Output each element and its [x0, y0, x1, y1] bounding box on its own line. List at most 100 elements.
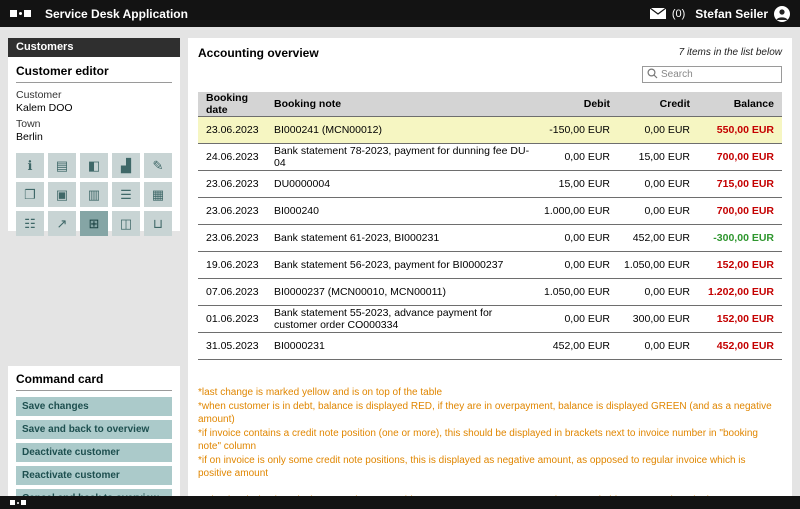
sidebar-icon-printer[interactable]: ▣ [48, 182, 76, 207]
debit-cell: 1.000,00 EUR [534, 205, 618, 217]
footnote-line [198, 481, 782, 495]
table-row[interactable]: 23.06.2023 DU0000004 15,00 EUR 0,00 EUR … [198, 171, 782, 198]
balance-cell: 152,00 EUR [698, 313, 782, 325]
command-card-panel: Command card Save changes Save and back … [8, 366, 180, 496]
credit-cell: 15,00 EUR [618, 151, 698, 163]
booking-date-cell: 19.06.2023 [198, 259, 272, 271]
balance-cell: 1.202,00 EUR [698, 286, 782, 298]
table-row[interactable]: 31.05.2023 BI0000231 452,00 EUR 0,00 EUR… [198, 333, 782, 360]
sidebar-icon-bar-chart[interactable]: ▟ [112, 153, 140, 178]
column-header-balance: Balance [698, 98, 782, 110]
app-window: Service Desk Application (0) Stefan Seil… [0, 0, 800, 509]
booking-date-cell: 07.06.2023 [198, 286, 272, 298]
sidebar-icon-banknote[interactable]: ▤ [48, 153, 76, 178]
reactivate-customer-button[interactable]: Reactivate customer [16, 466, 172, 485]
debit-cell: 15,00 EUR [534, 178, 618, 190]
customer-label: Customer [16, 89, 172, 102]
booking-note-cell: DU0000004 [272, 178, 534, 190]
sidebar-icon-sliders[interactable]: ☷ [16, 211, 44, 236]
booking-note-cell: BI000240 [272, 205, 534, 217]
balance-cell: 152,00 EUR [698, 259, 782, 271]
contact-card-icon: ▥ [88, 187, 100, 203]
table-row[interactable]: 24.06.2023 Bank statement 78-2023, payme… [198, 144, 782, 171]
customers-panel-header[interactable]: Customers [8, 38, 180, 57]
mail-icon[interactable] [650, 8, 666, 19]
credit-cell: 0,00 EUR [618, 178, 698, 190]
sidebar-icon-contact-card[interactable]: ▥ [80, 182, 108, 207]
save-changes-button[interactable]: Save changes [16, 397, 172, 416]
sidebar-icon-info[interactable]: ℹ [16, 153, 44, 178]
user-avatar-icon[interactable] [774, 6, 790, 22]
app-logo-icon[interactable] [10, 10, 31, 17]
list-icon: ☰ [120, 187, 132, 203]
column-header-booking-note: Booking note [272, 98, 534, 110]
sidebar-icon-list[interactable]: ☰ [112, 182, 140, 207]
sidebar-icon-calculator[interactable]: ⊞ [80, 211, 108, 236]
debit-cell: 452,00 EUR [534, 340, 618, 352]
booking-note-cell: BI0000231 [272, 340, 534, 352]
table-row[interactable]: 23.06.2023 Bank statement 61-2023, BI000… [198, 225, 782, 252]
balance-cell: 550,00 EUR [698, 124, 782, 136]
balance-cell: 700,00 EUR [698, 151, 782, 163]
search-box [642, 66, 782, 83]
booking-note-cell: BI000241 (MCN00012) [272, 124, 534, 136]
sidebar-icon-trend[interactable]: ↗ [48, 211, 76, 236]
command-card-title: Command card [16, 372, 172, 391]
customer-editor-title: Customer editor [16, 64, 172, 83]
book-icon: ◫ [120, 216, 132, 232]
booking-date-cell: 31.05.2023 [198, 340, 272, 352]
column-header-booking-date: Booking date [198, 92, 272, 116]
booking-date-cell: 23.06.2023 [198, 205, 272, 217]
sidebar-icon-edit[interactable]: ✎ [144, 153, 172, 178]
column-header-credit: Credit [618, 98, 698, 110]
credit-cell: 1.050,00 EUR [618, 259, 698, 271]
credit-cell: 452,00 EUR [618, 232, 698, 244]
accounting-overview-panel: Accounting overview 7 items in the list … [188, 38, 792, 496]
credit-cell: 0,00 EUR [618, 340, 698, 352]
sidebar-icon-cart[interactable]: ⊔ [144, 211, 172, 236]
booking-note-cell: Bank statement 55-2023, advance payment … [272, 307, 534, 331]
booking-note-cell: Bank statement 56-2023, payment for BI00… [272, 259, 534, 271]
footnote-line: *last change is marked yellow and is on … [198, 386, 782, 400]
table-row[interactable]: 23.06.2023 BI000241 (MCN00012) -150,00 E… [198, 117, 782, 144]
sidebar-icon-wallet[interactable]: ◧ [80, 153, 108, 178]
customer-editor-panel: Customer editor Customer Kalem DOO Town … [8, 57, 180, 231]
bar-chart-icon: ▟ [121, 158, 131, 174]
calculator-icon: ⊞ [89, 216, 100, 232]
balance-cell: 452,00 EUR [698, 340, 782, 352]
sidebar-icon-copy[interactable]: ❐ [16, 182, 44, 207]
table-header-row: Booking date Booking note Debit Credit B… [198, 92, 782, 117]
debit-cell: 0,00 EUR [534, 232, 618, 244]
booking-date-cell: 01.06.2023 [198, 313, 272, 325]
copy-icon: ❐ [24, 187, 36, 203]
search-input[interactable] [661, 69, 777, 80]
app-logo-small-icon [10, 500, 26, 505]
footnote-line: *if on invoice is only some credit note … [198, 454, 782, 481]
module-icon-grid: ℹ ▤ ◧ ▟ ✎ ❐ ▣ ▥ ☰ ▦ ☷ ↗ ⊞ ◫ ⊔ [16, 153, 172, 236]
top-bar: Service Desk Application (0) Stefan Seil… [0, 0, 800, 27]
town-label: Town [16, 118, 172, 131]
bottom-bar [0, 496, 800, 509]
sidebar-icon-book[interactable]: ◫ [112, 211, 140, 236]
cart-icon: ⊔ [153, 216, 163, 232]
table-row[interactable]: 23.06.2023 BI000240 1.000,00 EUR 0,00 EU… [198, 198, 782, 225]
booking-date-cell: 23.06.2023 [198, 124, 272, 136]
table-row[interactable]: 19.06.2023 Bank statement 56-2023, payme… [198, 252, 782, 279]
save-and-back-button[interactable]: Save and back to overview [16, 420, 172, 439]
debit-cell: 0,00 EUR [534, 259, 618, 271]
debit-cell: 1.050,00 EUR [534, 286, 618, 298]
booking-date-cell: 23.06.2023 [198, 232, 272, 244]
sidebar-icon-ledger[interactable]: ▦ [144, 182, 172, 207]
sliders-icon: ☷ [24, 216, 36, 232]
user-name[interactable]: Stefan Seiler [695, 7, 768, 21]
app-title: Service Desk Application [45, 7, 188, 21]
booking-date-cell: 24.06.2023 [198, 151, 272, 163]
footnotes: *last change is marked yellow and is on … [198, 386, 782, 509]
table-row[interactable]: 07.06.2023 BI0000237 (MCN00010, MCN00011… [198, 279, 782, 306]
table-row[interactable]: 01.06.2023 Bank statement 55-2023, advan… [198, 306, 782, 333]
banknote-icon: ▤ [56, 158, 68, 174]
bookings-table: Booking date Booking note Debit Credit B… [198, 92, 782, 360]
credit-cell: 300,00 EUR [618, 313, 698, 325]
deactivate-customer-button[interactable]: Deactivate customer [16, 443, 172, 462]
credit-cell: 0,00 EUR [618, 124, 698, 136]
